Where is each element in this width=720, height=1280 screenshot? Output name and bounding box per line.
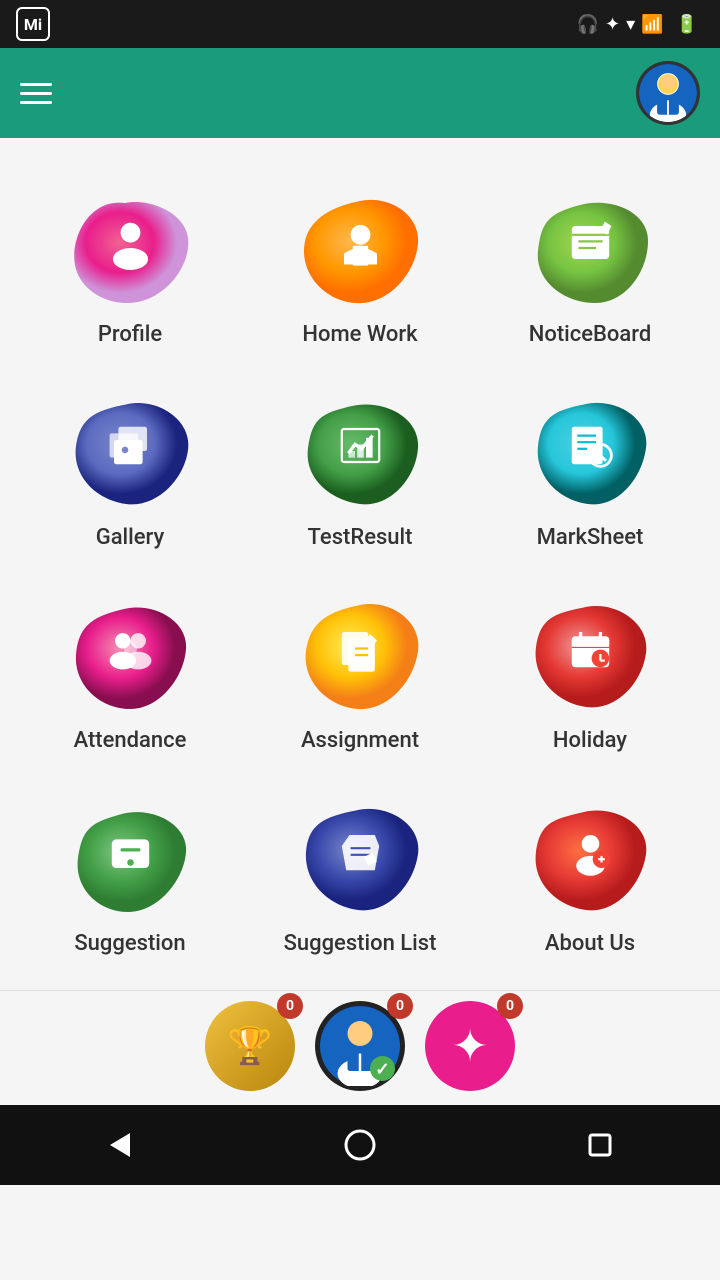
attendance-icon — [103, 621, 158, 687]
grid-item-marksheet[interactable]: MarkSheet — [480, 371, 700, 564]
testresult-label: TestResult — [308, 525, 413, 550]
trophy-tab[interactable]: 0 🏆 — [205, 1001, 295, 1091]
mi-logo: Mi — [16, 7, 50, 41]
system-nav — [0, 1105, 720, 1185]
homework-icon — [333, 215, 388, 281]
profile-badge: 0 — [387, 993, 413, 1019]
noticeboard-label: NoticeBoard — [529, 322, 652, 347]
svg-text:✓: ✓ — [375, 1060, 390, 1080]
grid-item-homework[interactable]: Home Work — [250, 168, 470, 361]
profile-icon — [103, 215, 158, 281]
suggestion-icon — [103, 824, 158, 890]
aboutus-icon-container — [525, 797, 655, 917]
grid-item-attendance[interactable]: Attendance — [20, 574, 240, 767]
suggestion-label: Suggestion — [74, 931, 185, 956]
marksheet-icon — [563, 418, 618, 484]
attendance-icon-container — [65, 594, 195, 714]
grid-item-aboutus[interactable]: About Us — [480, 777, 700, 970]
noticeboard-icon-container — [525, 188, 655, 308]
home-button[interactable] — [330, 1115, 390, 1175]
aboutus-icon — [563, 824, 618, 890]
profile-tab[interactable]: 0 ✓ — [315, 1001, 405, 1091]
testresult-icon — [333, 418, 388, 484]
assignment-icon-container — [295, 594, 425, 714]
top-bar — [0, 48, 720, 138]
grid-item-suggestionlist[interactable]: Suggestion List — [250, 777, 470, 970]
profile-label: Profile — [98, 322, 162, 347]
gallery-icon — [103, 418, 158, 484]
action-tab[interactable]: 0 ✦ — [425, 1001, 515, 1091]
grid-item-gallery[interactable]: Gallery — [20, 371, 240, 564]
gallery-label: Gallery — [96, 525, 165, 550]
gallery-icon-container — [65, 391, 195, 511]
suggestionlist-icon — [333, 824, 388, 890]
back-button[interactable] — [90, 1115, 150, 1175]
bottom-tabs: 0 🏆 0 ✓ 0 ✦ — [0, 990, 720, 1105]
grid-item-testresult[interactable]: TestResult — [250, 371, 470, 564]
grid-item-suggestion[interactable]: Suggestion — [20, 777, 240, 970]
assignment-icon — [333, 621, 388, 687]
homework-label: Home Work — [302, 322, 417, 347]
status-right: 🎧 ✦ ▾ 📶 🔋 — [577, 14, 704, 35]
profile-icon-container — [65, 188, 195, 308]
trophy-badge: 0 — [277, 993, 303, 1019]
grid-item-profile[interactable]: Profile — [20, 168, 240, 361]
signal-icon: 📶 — [641, 14, 663, 35]
marksheet-label: MarkSheet — [537, 525, 644, 550]
main-grid: Profile Home Work — [0, 138, 720, 990]
suggestionlist-icon-container — [295, 797, 425, 917]
wifi-icon: ▾ — [626, 14, 635, 35]
marksheet-icon-container — [525, 391, 655, 511]
suggestionlist-label: Suggestion List — [284, 931, 437, 956]
holiday-label: Holiday — [553, 728, 627, 753]
user-avatar[interactable] — [636, 61, 700, 125]
grid-item-assignment[interactable]: Assignment — [250, 574, 470, 767]
grid-item-holiday[interactable]: Holiday — [480, 574, 700, 767]
holiday-icon-container — [525, 594, 655, 714]
headphone-icon: 🎧 — [577, 14, 599, 35]
status-bar: Mi 🎧 ✦ ▾ 📶 🔋 — [0, 0, 720, 48]
attendance-label: Attendance — [74, 728, 187, 753]
hamburger-menu[interactable] — [20, 83, 52, 104]
battery-icon: 🔋 — [676, 14, 698, 35]
action-badge: 0 — [497, 993, 523, 1019]
bluetooth-icon: ✦ — [605, 14, 620, 35]
homework-icon-container — [295, 188, 425, 308]
aboutus-label: About Us — [545, 931, 635, 956]
suggestion-icon-container — [65, 797, 195, 917]
recents-button[interactable] — [570, 1115, 630, 1175]
grid-item-noticeboard[interactable]: NoticeBoard — [480, 168, 700, 361]
testresult-icon-container — [295, 391, 425, 511]
noticeboard-icon — [563, 215, 618, 281]
assignment-label: Assignment — [301, 728, 419, 753]
holiday-icon — [563, 621, 618, 687]
